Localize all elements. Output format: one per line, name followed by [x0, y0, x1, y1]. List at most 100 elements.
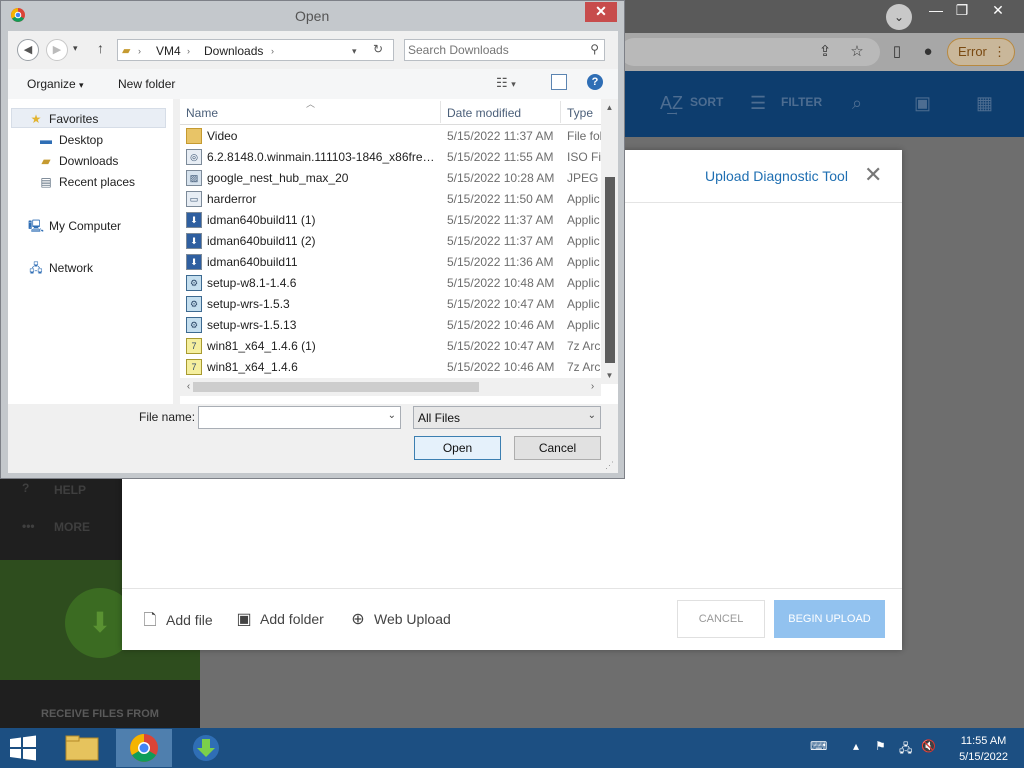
file-row[interactable]: ▨ google_nest_hub_max_20 5/15/2022 10:28 A…	[180, 168, 601, 189]
chevron-down-icon[interactable]: ⌄	[388, 410, 396, 421]
file-row[interactable]: ⚙ setup-wrs-1.5.13 5/15/2022 10:46 AM Appli…	[180, 315, 601, 336]
more-icon[interactable]: •••	[22, 519, 35, 533]
grid-view-icon[interactable]: ▦	[976, 93, 993, 114]
file-row[interactable]: ⬇ idman640build11 (1) 5/15/2022 11:37 AM Ap…	[180, 210, 601, 231]
dialog-titlebar[interactable]: Open ✕	[1, 1, 624, 31]
sidebar-item-help[interactable]: HELP	[54, 483, 86, 497]
filter-icon[interactable]: ☰	[750, 93, 766, 114]
vertical-scroll-thumb[interactable]	[605, 177, 615, 363]
minimize-button[interactable]: —	[924, 0, 948, 22]
bookmark-star-icon[interactable]: ☆	[845, 40, 869, 64]
search-icon[interactable]: ⌕	[852, 93, 862, 114]
file-row[interactable]: Video 5/15/2022 11:37 AM File fol	[180, 126, 601, 147]
begin-upload-button[interactable]: BEGIN UPLOAD	[774, 600, 885, 638]
file-row[interactable]: ▭ harderror 5/15/2022 11:50 AM Applic	[180, 189, 601, 210]
new-folder-icon[interactable]: ▣	[914, 93, 931, 114]
share-icon[interactable]: ⇪	[813, 40, 837, 64]
profile-icon[interactable]: ●	[916, 40, 940, 64]
web-upload-button[interactable]: ⊕ Web Upload	[348, 609, 451, 629]
cancel-button[interactable]: Cancel	[514, 436, 601, 460]
file-type-select[interactable]: All Files ⌄	[413, 406, 601, 429]
file-name-input[interactable]	[202, 410, 377, 425]
refresh-icon[interactable]: ↻	[373, 42, 383, 56]
add-folder-button[interactable]: ▣ Add folder	[234, 609, 323, 629]
nav-network[interactable]: 🖧 Network	[28, 259, 93, 280]
filter-button[interactable]: FILTER	[781, 95, 822, 109]
breadcrumb-separator[interactable]: ›	[187, 46, 190, 56]
vertical-scrollbar[interactable]: ▲ ▼	[601, 99, 618, 384]
file-type: Applic	[567, 255, 600, 269]
file-row[interactable]: ⚙ setup-w8.1-1.4.6 5/15/2022 10:48 AM Appli…	[180, 273, 601, 294]
organize-button[interactable]: Organize ▾	[27, 77, 84, 91]
close-icon[interactable]: ✕	[864, 164, 882, 186]
restore-button[interactable]: ❐	[950, 0, 974, 22]
file-row[interactable]: ⬇ idman640build11 (2) 5/15/2022 11:37 AM Ap…	[180, 231, 601, 252]
nav-my-computer[interactable]: 🖳 My Computer	[28, 217, 121, 238]
scroll-right-arrow[interactable]: ›	[584, 378, 601, 396]
open-button[interactable]: Open	[414, 436, 501, 460]
back-button[interactable]: ◀	[17, 39, 39, 61]
breadcrumb-downloads[interactable]: Downloads	[204, 44, 263, 58]
file-name-combobox[interactable]: ⌄	[198, 406, 401, 429]
downloads-folder-icon: ▰	[41, 154, 51, 168]
sidebar-item-more[interactable]: MORE	[54, 520, 90, 534]
close-window-button[interactable]: ✕	[986, 0, 1010, 22]
sort-button[interactable]: SORT	[690, 95, 723, 109]
side-panel-icon[interactable]: ▯	[885, 40, 909, 64]
add-file-button[interactable]: 🗋 Add file	[140, 609, 213, 636]
keyboard-icon[interactable]: ⌨	[810, 739, 827, 753]
column-separator[interactable]	[440, 101, 441, 123]
nav-downloads[interactable]: ▰ Downloads	[38, 154, 118, 168]
chevron-down-icon[interactable]: ⌄	[886, 4, 912, 30]
search-input[interactable]	[408, 42, 578, 58]
volume-muted-icon[interactable]: 🔇	[921, 739, 936, 753]
address-box[interactable]: ▰ › VM4 › Downloads › ▾ ↻	[117, 39, 394, 61]
resize-grip[interactable]: ⋰	[605, 460, 614, 471]
column-separator[interactable]	[560, 101, 561, 123]
idm-taskbar-button[interactable]	[178, 729, 234, 767]
scroll-down-arrow[interactable]: ▼	[601, 367, 618, 384]
action-center-flag-icon[interactable]: ⚑	[875, 739, 886, 753]
new-folder-button[interactable]: New folder	[118, 77, 175, 91]
file-row[interactable]: 7 win81_x64_1.4.6 5/15/2022 10:46 AM 7z Arc…	[180, 357, 601, 378]
nav-desktop[interactable]: ▬ Desktop	[38, 133, 103, 147]
dialog-close-button[interactable]: ✕	[585, 2, 617, 22]
nav-recent-places[interactable]: ▤ Recent places	[38, 175, 135, 189]
chevron-up-icon[interactable]: ▴	[853, 739, 859, 753]
search-icon[interactable]: ⚲	[590, 42, 599, 56]
network-icon[interactable]: 🖧	[899, 739, 912, 760]
help-icon[interactable]: ?	[22, 481, 29, 495]
recent-locations-dropdown[interactable]: ▾	[73, 43, 78, 54]
cancel-button[interactable]: CANCEL	[677, 600, 765, 638]
file-row[interactable]: ⚙ setup-wrs-1.5.3 5/15/2022 10:47 AM Applic	[180, 294, 601, 315]
horizontal-scroll-thumb[interactable]	[193, 382, 479, 392]
breadcrumb-separator[interactable]: ›	[271, 46, 274, 56]
column-name[interactable]: Name	[186, 106, 218, 120]
file-row[interactable]: 7 win81_x64_1.4.6 (1) 5/15/2022 10:47 AM 7z…	[180, 336, 601, 357]
address-dropdown-icon[interactable]: ▾	[352, 46, 357, 57]
scroll-up-arrow[interactable]: ▲	[601, 99, 618, 116]
help-icon[interactable]: ?	[587, 74, 603, 90]
nav-favorites[interactable]: ★ Favorites	[28, 112, 99, 126]
preview-pane-icon[interactable]	[551, 74, 567, 90]
clock[interactable]: 11:55 AM 5/15/2022	[959, 733, 1008, 765]
view-options-icon[interactable]: ☷ ▾	[496, 75, 516, 91]
address-bar[interactable]	[620, 38, 880, 66]
chrome-taskbar-button[interactable]	[116, 729, 172, 767]
file-row[interactable]: ◎ 6.2.8148.0.winmain.111103-1846_x86fre_c…	[180, 147, 601, 168]
forward-button[interactable]: ▶	[46, 39, 68, 61]
column-type[interactable]: Type	[567, 106, 593, 120]
breadcrumb-vm4[interactable]: VM4	[156, 44, 181, 58]
horizontal-scrollbar[interactable]: ‹ ›	[180, 378, 601, 396]
windows-start-icon[interactable]	[8, 734, 38, 762]
chevron-down-icon[interactable]: ⌄	[588, 410, 596, 421]
file-name: setup-wrs-1.5.3	[207, 297, 290, 311]
file-explorer-taskbar-button[interactable]	[54, 729, 110, 767]
sort-icon[interactable]: A͢Z	[660, 93, 683, 114]
search-box[interactable]: ⚲	[404, 39, 605, 61]
error-button[interactable]: Error ⋮	[947, 38, 1015, 66]
up-arrow-icon[interactable]: ↑	[97, 40, 104, 56]
column-date-modified[interactable]: Date modified	[447, 106, 521, 120]
menu-icon[interactable]: ⋮	[993, 39, 1006, 65]
file-row[interactable]: ⬇ idman640build11 5/15/2022 11:36 AM Applic	[180, 252, 601, 273]
